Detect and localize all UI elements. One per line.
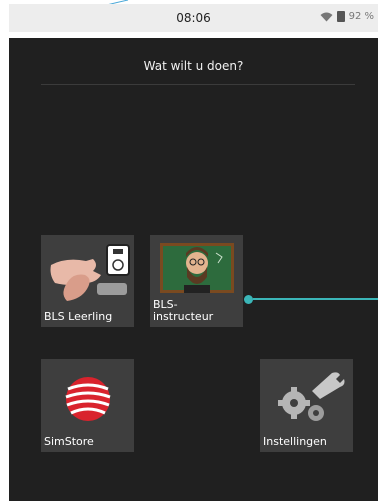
- status-bar: 08:06 92 %: [9, 4, 378, 32]
- wifi-icon: [320, 12, 333, 21]
- bls-instructeur-tile[interactable]: BLS- instructeur: [150, 235, 243, 327]
- cpr-hands-icon: [50, 244, 130, 301]
- simstore-label: SimStore: [44, 435, 94, 448]
- instructor-avatar-icon: [160, 243, 234, 293]
- page-title: Wat wilt u doen?: [143, 59, 244, 73]
- instellingen-label: Instellingen: [263, 435, 327, 448]
- connector-dot: [244, 295, 253, 304]
- bls-leerling-tile[interactable]: BLS Leerling: [41, 235, 134, 327]
- title-divider: [41, 84, 355, 85]
- gears-wrench-icon: [278, 372, 345, 421]
- instellingen-tile[interactable]: Instellingen: [260, 359, 353, 452]
- app-screen: Wat wilt u doen? BLS Leerling BLS- instr…: [9, 38, 378, 501]
- battery-level: 92 %: [348, 11, 374, 22]
- simstore-logo-icon: [65, 377, 111, 421]
- status-icons: 92 %: [320, 11, 374, 22]
- bls-instructeur-label-line2: instructeur: [153, 310, 214, 323]
- simstore-tile[interactable]: SimStore: [41, 359, 134, 452]
- bls-instructeur-label: BLS- instructeur: [153, 299, 213, 323]
- bls-leerling-label: BLS Leerling: [44, 310, 113, 323]
- battery-icon: [336, 11, 345, 22]
